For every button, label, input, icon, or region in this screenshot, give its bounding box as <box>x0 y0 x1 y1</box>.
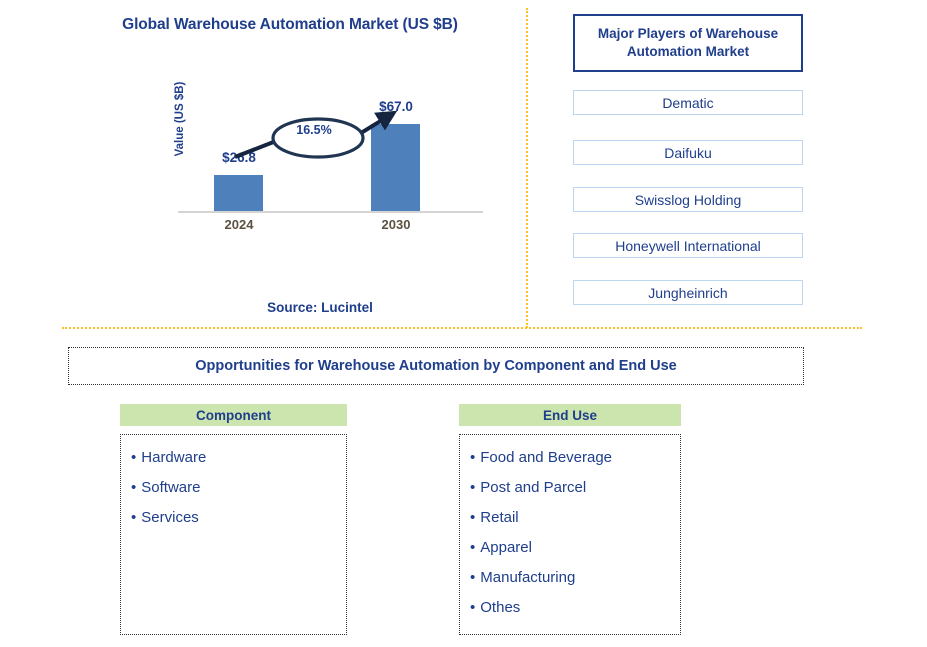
major-players-header: Major Players of Warehouse Automation Ma… <box>573 14 803 72</box>
list-item-label: Apparel <box>480 539 532 556</box>
column-header-end-use: End Use <box>459 404 681 426</box>
list-item: • Food and Beverage <box>460 443 680 473</box>
x-axis-line <box>178 211 483 213</box>
bullet-icon: • <box>470 539 476 556</box>
bullet-icon: • <box>470 479 476 496</box>
bullet-icon: • <box>131 479 137 496</box>
list-item-label: Services <box>141 509 199 526</box>
player-item-swisslog-holding[interactable]: Swisslog Holding <box>573 187 803 212</box>
player-item-dematic[interactable]: Dematic <box>573 90 803 115</box>
player-item-jungheinrich[interactable]: Jungheinrich <box>573 280 803 305</box>
y-axis-label: Value (US $B) <box>174 81 186 157</box>
player-label: Swisslog Holding <box>634 191 742 208</box>
list-item-label: Manufacturing <box>480 569 576 586</box>
opportunities-banner: Opportunities for Warehouse Automation b… <box>68 347 804 385</box>
list-item-label: Hardware <box>141 449 207 466</box>
bar-2024 <box>214 175 263 211</box>
list-item-label: Post and Parcel <box>480 479 587 496</box>
player-item-honeywell-international[interactable]: Honeywell International <box>573 233 803 258</box>
list-item-label: Software <box>141 479 201 496</box>
chart-title: Global Warehouse Automation Market (US $… <box>122 16 458 33</box>
list-item: • Manufacturing <box>460 563 680 593</box>
cagr-value-label: 16.5% <box>296 123 332 137</box>
bullet-icon: • <box>470 509 476 526</box>
player-label: Daifuku <box>664 144 712 161</box>
bullet-icon: • <box>470 449 476 466</box>
list-item: • Software <box>121 473 346 503</box>
player-label: Jungheinrich <box>648 284 728 301</box>
player-label: Honeywell International <box>615 237 761 254</box>
list-item: • Apparel <box>460 533 680 563</box>
list-item: • Hardware <box>121 443 346 473</box>
player-label: Dematic <box>662 94 714 111</box>
bullet-icon: • <box>470 569 476 586</box>
bullet-icon: • <box>470 599 476 616</box>
vertical-divider <box>526 8 528 328</box>
list-item-label: Food and Beverage <box>480 449 613 466</box>
bar-chart: Value (US $B) $26.8 $67.0 2024 2030 16.5… <box>150 82 490 240</box>
x-tick-2024: 2024 <box>224 217 254 232</box>
list-item-label: Retail <box>480 509 519 526</box>
horizontal-divider <box>62 327 862 329</box>
player-item-daifuku[interactable]: Daifuku <box>573 140 803 165</box>
source-note: Source: Lucintel <box>267 300 373 315</box>
end-use-list: • Food and Beverage • Post and Parcel • Ret… <box>459 434 681 635</box>
list-item: • Retail <box>460 503 680 533</box>
list-item: • Post and Parcel <box>460 473 680 503</box>
bullet-icon: • <box>131 449 137 466</box>
list-item: • Othes <box>460 593 680 623</box>
list-item: • Services <box>121 503 346 533</box>
x-tick-2030: 2030 <box>381 217 411 232</box>
list-item-label: Othes <box>480 599 521 616</box>
column-header-component: Component <box>120 404 347 426</box>
component-list: • Hardware • Software • Services <box>120 434 347 635</box>
infographic-canvas: Global Warehouse Automation Market (US $… <box>0 0 927 647</box>
bullet-icon: • <box>131 509 137 526</box>
